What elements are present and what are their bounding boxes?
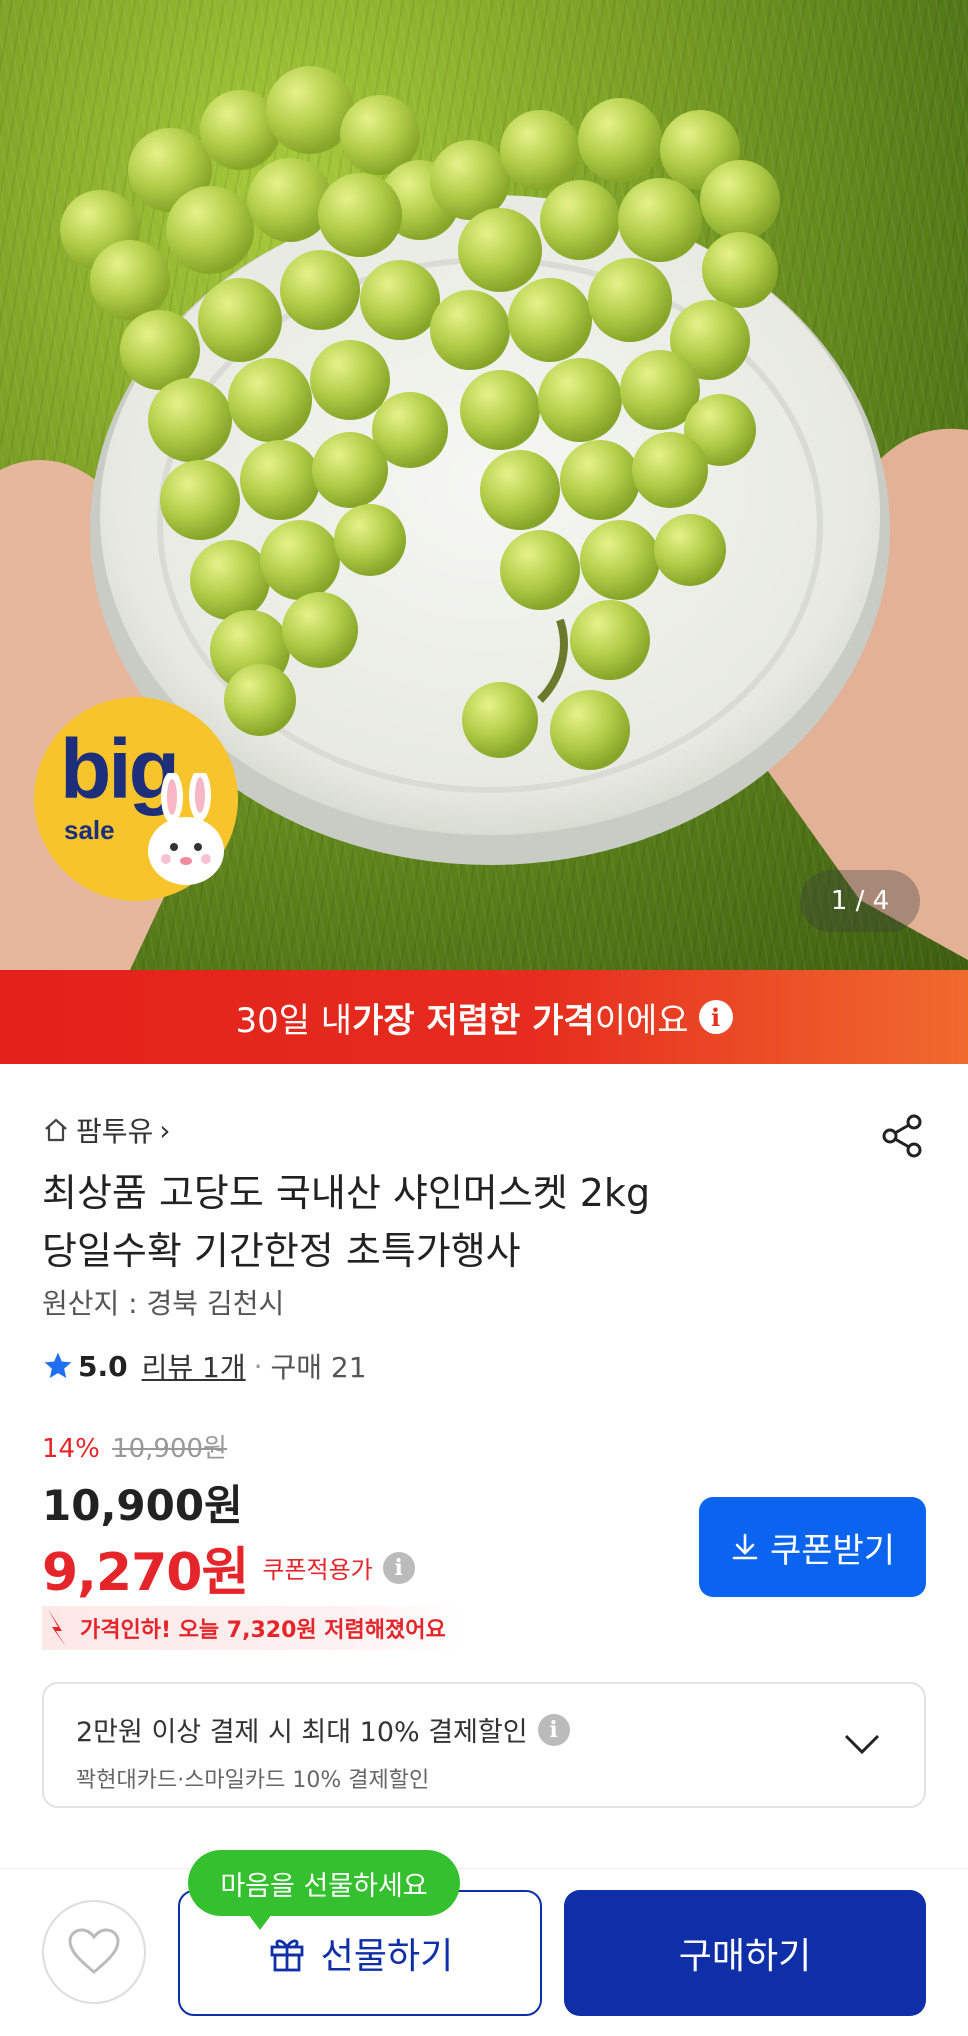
coupon-price-label: 쿠폰적용가 bbox=[262, 1556, 373, 1584]
bunny-icon bbox=[148, 773, 224, 885]
info-icon[interactable]: i bbox=[382, 1551, 415, 1584]
rating-separator: · bbox=[253, 1349, 263, 1383]
product-title: 최상품 고당도 국내산 샤인머스켓 2kg 당일수확 기간한정 초특가행사 bbox=[42, 1164, 862, 1280]
store-link[interactable]: 팜투유 › bbox=[42, 1110, 170, 1150]
purchase-count: 구매 21 bbox=[270, 1351, 367, 1384]
star-icon bbox=[44, 1352, 72, 1378]
rating-score: 5.0 bbox=[78, 1349, 128, 1383]
store-name: 팜투유 bbox=[76, 1115, 154, 1148]
discount-row: 14% 10,900원 bbox=[42, 1428, 227, 1465]
wishlist-button[interactable] bbox=[42, 1900, 146, 2004]
product-image[interactable]: big sale 1 / 4 bbox=[0, 0, 968, 970]
buy-button[interactable]: 구매하기 bbox=[564, 1890, 926, 2016]
rating-row: 5.0 리뷰 1개 · 구매 21 bbox=[42, 1346, 367, 1386]
current-price: 10,900원 bbox=[42, 1481, 243, 1530]
coupon-price: 9,270원 bbox=[42, 1543, 249, 1603]
payment-discount-text: 2만원 이상 결제 시 최대 10% 결제할인 bbox=[76, 1717, 528, 1748]
discount-percent: 14% bbox=[42, 1434, 100, 1464]
price-drop-arrow-icon bbox=[48, 1609, 66, 1647]
info-icon[interactable]: i bbox=[698, 1000, 733, 1034]
product-title-line1: 최상품 고당도 국내산 샤인머스켓 2kg bbox=[42, 1171, 651, 1215]
gift-button-label: 선물하기 bbox=[320, 1936, 454, 1977]
banner-highlight: 가장 저렴한 가격 bbox=[352, 1000, 595, 1041]
download-icon bbox=[732, 1533, 758, 1560]
heart-icon bbox=[68, 1928, 120, 1974]
share-icon[interactable] bbox=[878, 1112, 926, 1160]
payment-discount-card[interactable]: 2만원 이상 결제 시 최대 10% 결제할인 i 꽉현대카드·스마일카드 10… bbox=[42, 1682, 926, 1808]
badge-sale-text: sale bbox=[64, 815, 115, 845]
home-icon bbox=[45, 1118, 67, 1142]
gift-icon bbox=[270, 1939, 304, 1972]
original-price: 10,900원 bbox=[112, 1434, 227, 1464]
price-drop-notice: 가격인하! 오늘 7,320원 저렴해졌어요 bbox=[42, 1606, 462, 1650]
payment-discount-title: 2만원 이상 결제 시 최대 10% 결제할인 i bbox=[76, 1710, 570, 1749]
chevron-down-icon[interactable] bbox=[842, 1730, 882, 1758]
big-sale-badge: big sale bbox=[34, 697, 238, 901]
product-title-line2: 당일수확 기간한정 초특가행사 bbox=[42, 1229, 521, 1273]
image-counter: 1 / 4 bbox=[800, 870, 920, 932]
coupon-download-button[interactable]: 쿠폰받기 bbox=[699, 1497, 926, 1597]
info-icon[interactable]: i bbox=[537, 1713, 570, 1746]
gift-tooltip: 마음을 선물하세요 bbox=[188, 1850, 460, 1930]
lowest-price-banner[interactable]: 30일 내 가장 저렴한 가격 이에요 i bbox=[0, 970, 968, 1064]
price-drop-text: 가격인하! 오늘 7,320원 저렴해졌어요 bbox=[80, 1618, 446, 1643]
chevron-right-icon: › bbox=[159, 1113, 171, 1147]
product-origin: 원산지 : 경북 김천시 bbox=[42, 1287, 285, 1320]
coupon-price-row: 9,270원 쿠폰적용가 i bbox=[42, 1530, 415, 1605]
payment-discount-detail: 꽉현대카드·스마일카드 10% 결제할인 bbox=[76, 1768, 430, 1793]
review-link[interactable]: 리뷰 1개 bbox=[142, 1346, 246, 1386]
banner-prefix: 30일 내 bbox=[235, 1000, 353, 1041]
coupon-button-label: 쿠폰받기 bbox=[769, 1530, 896, 1571]
banner-suffix: 이에요 bbox=[594, 1000, 689, 1041]
